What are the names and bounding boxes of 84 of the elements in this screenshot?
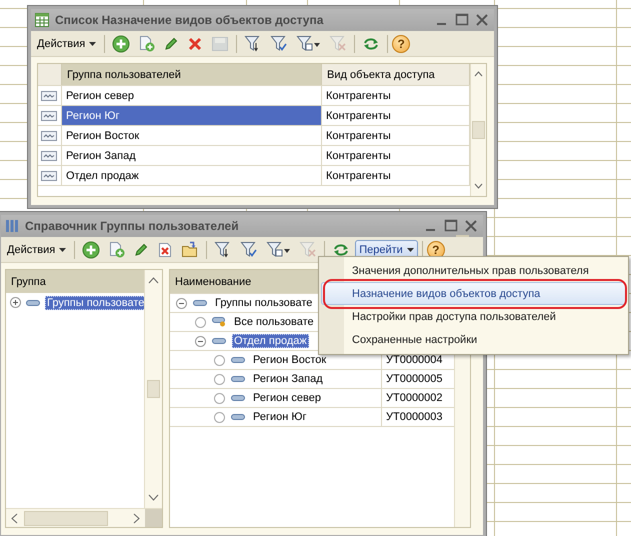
close-button[interactable] [474,12,490,28]
scroll-thumb[interactable] [456,235,469,237]
filter-icon [244,35,262,52]
column-header[interactable]: Группа [6,270,144,293]
scrollbar-corner [145,509,162,527]
maximize-button[interactable] [454,12,470,28]
scroll-thumb[interactable] [472,121,485,139]
filter-cross-icon [299,241,318,258]
table-cell[interactable]: Регион Запад [62,146,322,165]
collapse-icon[interactable] [176,298,187,308]
pencil-icon [133,242,150,258]
pencil-icon [163,36,180,52]
menu-button[interactable]: Действия [3,240,70,260]
leaf-marker-icon [195,316,206,328]
filter-icon [214,241,232,258]
record-icon [41,130,57,140]
group-dot-icon [212,317,226,327]
filter-check-icon [270,35,288,52]
group-icon [231,357,245,363]
table-cell[interactable]: Регион север [62,86,322,105]
tree-item[interactable]: Регион Запад [251,372,325,386]
record-icon [41,90,57,100]
table-icon [35,13,49,27]
table-cell[interactable]: Регион Восток [62,126,322,145]
tree-item[interactable]: Отдел продаж [232,334,309,348]
refresh-icon [332,242,350,258]
group-icon [231,376,245,382]
document-cross-icon [157,242,174,258]
table-cell-text: УТ0000004 [385,354,444,366]
caret-icon [59,248,66,252]
leaf-marker-icon [214,374,225,384]
menu-item[interactable]: Настройки прав доступа пользователей [321,305,626,328]
window-title: Список Назначение видов объектов доступа [55,13,324,27]
window-title: Справочник Группы пользователей [25,219,240,233]
close-button[interactable] [463,218,479,234]
scrollbar[interactable] [6,508,162,527]
help-button[interactable]: ? [392,34,410,52]
folder-arrow-icon [181,241,200,258]
filter-check-icon [240,241,258,258]
plus-circle-icon [112,34,130,52]
expand-icon[interactable] [10,297,21,308]
plus-circle-icon [82,240,100,258]
leaf-marker-icon [214,354,225,366]
group-icon [231,395,245,401]
filter-icon [296,35,322,52]
table-cell-text: УТ0000003 [385,411,444,423]
caret-icon [89,42,96,46]
table-cell-text: УТ0000005 [385,373,444,385]
collapse-icon[interactable] [195,336,206,346]
document-plus-icon [108,241,126,258]
filter-cross-icon [329,35,348,52]
scroll-thumb[interactable] [147,380,160,398]
record-icon [41,150,57,160]
group-icon [193,300,207,306]
scrollbar[interactable] [144,270,162,508]
table-cell[interactable]: Регион Юг [62,106,322,125]
tree-item[interactable]: Регион Юг [251,410,309,424]
refresh-icon [362,36,380,52]
table-cell[interactable]: Отдел продаж [62,166,322,185]
scroll-thumb[interactable] [24,510,108,526]
menu-item[interactable]: Сохраненные настройки [321,328,626,351]
group-icon [26,300,40,306]
record-icon [41,110,57,120]
leaf-marker-icon [214,412,225,422]
columns-icon [5,219,19,233]
group-icon [231,414,245,420]
caret-icon [406,248,414,252]
tree-item[interactable]: Регион север [251,391,323,405]
tree-item[interactable]: Регион Восток [251,353,328,367]
document-plus-icon [138,35,156,52]
cross-icon [187,36,204,52]
menu-button[interactable]: Действия [33,34,100,54]
filter-icon [266,241,292,258]
leaf-marker-icon [214,392,225,404]
tree-item[interactable]: Группы пользовате [45,296,144,310]
column-header[interactable]: Вид объекта доступа [322,64,470,85]
scrollbar[interactable] [470,64,486,196]
tree-item[interactable]: Все пользовате [232,315,316,329]
record-icon [41,170,57,180]
group-icon [212,338,226,344]
column-header[interactable]: Группа пользователей [62,64,322,85]
tree-item[interactable]: Группы пользовате [213,296,314,310]
table-cell-text: УТ0000002 [385,392,444,404]
maximize-button[interactable] [443,218,459,234]
